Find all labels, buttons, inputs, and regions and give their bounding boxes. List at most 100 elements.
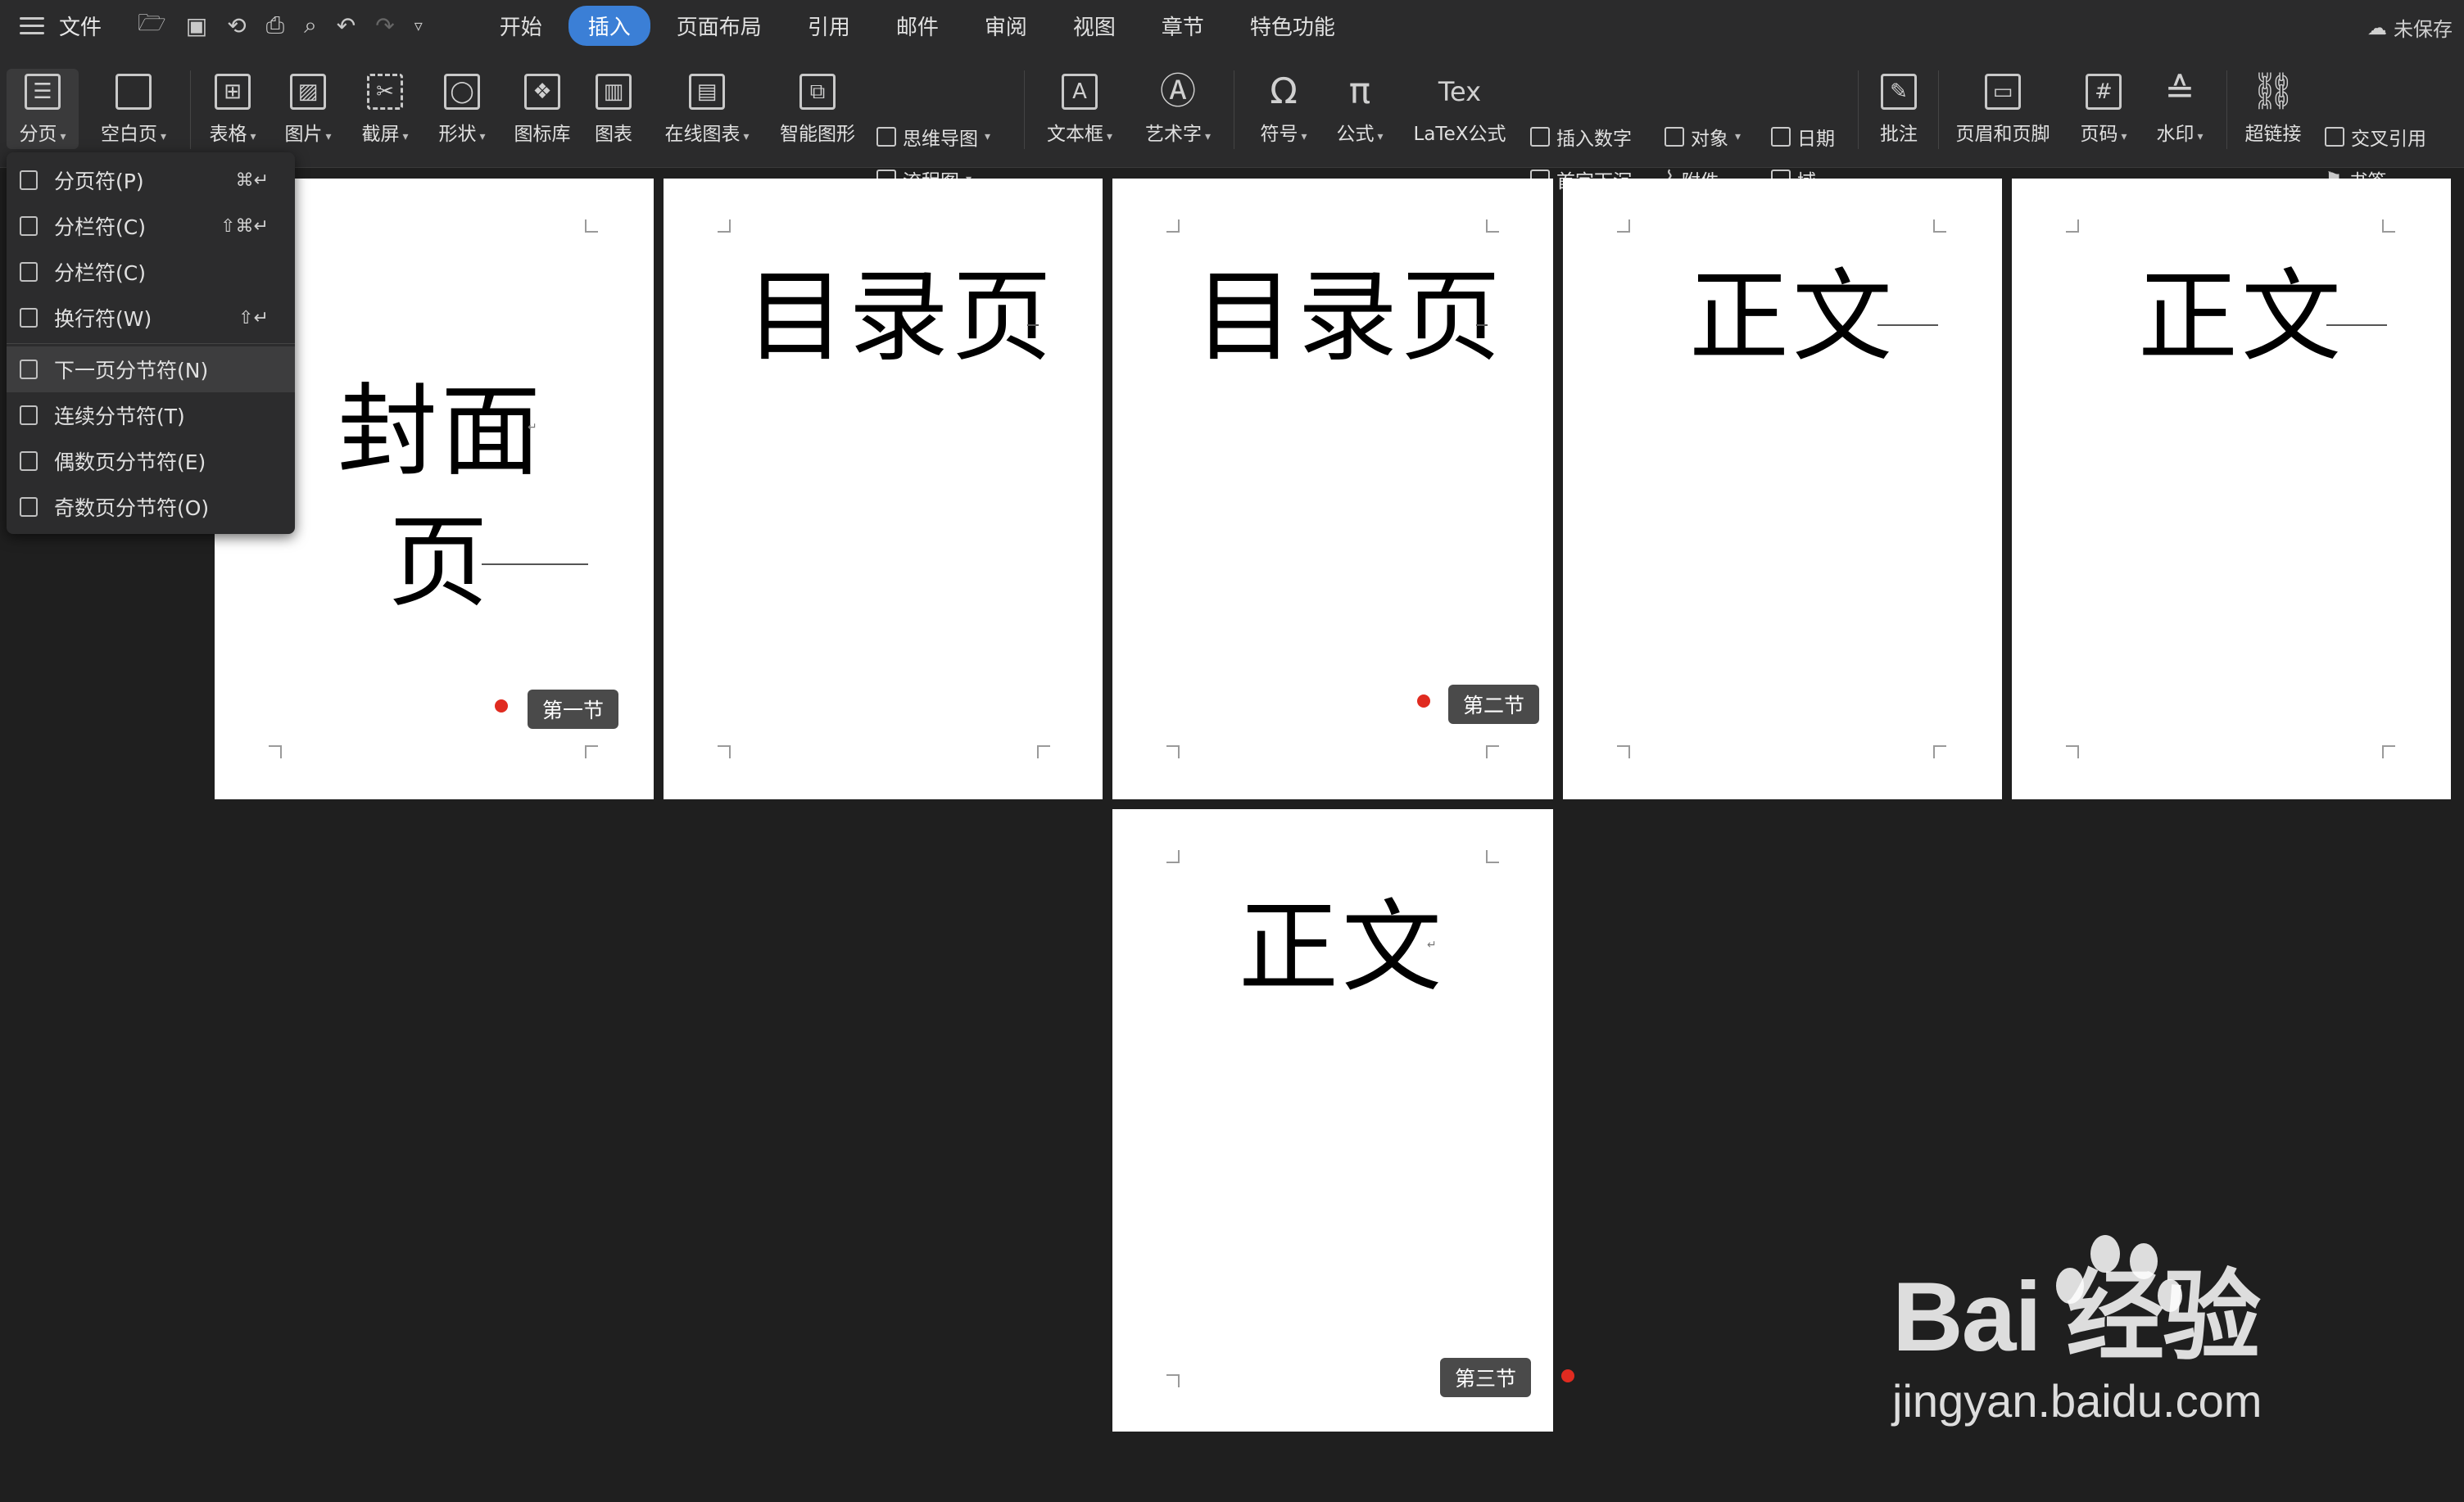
format-painter-icon[interactable]: ⟲ <box>227 12 246 39</box>
latex-button[interactable]: Tex LaTeX公式 <box>1409 69 1511 146</box>
text-box-label: 文本框 <box>1046 124 1103 145</box>
cross-ref-label: 交叉引用 <box>2351 129 2426 150</box>
crop-mark <box>1166 745 1180 758</box>
open-folder-icon[interactable]: 🗁 <box>138 6 166 45</box>
page-body-3[interactable]: 正文 ↵ 第三节 <box>1112 809 1553 1432</box>
unsaved-status[interactable]: ☁ 未保存 <box>2367 13 2453 42</box>
cross-ref-button[interactable]: 交叉引用 <box>2325 123 2426 151</box>
page-toc-2[interactable]: 目录页 第二节 <box>1112 179 1553 799</box>
print-icon[interactable]: ⎙ <box>266 11 284 39</box>
menu-item-column-break-2[interactable]: 分栏符(C) <box>7 249 295 295</box>
crop-mark <box>269 745 282 758</box>
comment-icon: ✎ <box>1881 74 1917 110</box>
page-body-2[interactable]: 正文 <box>2012 179 2451 799</box>
shortcut-label: ⇧⌘↵ <box>220 215 269 237</box>
formula-button[interactable]: π 公式 ▾ <box>1329 69 1391 146</box>
omega-icon: Ω <box>1270 70 1298 112</box>
header-footer-button[interactable]: ▭ 页眉和页脚 <box>1950 69 2056 146</box>
print-preview-icon[interactable]: ⌕ <box>304 11 317 39</box>
smart-art-button[interactable]: ⧉ 智能图形 <box>775 69 860 146</box>
picture-button[interactable]: ▨ 图片 ▾ <box>277 69 339 146</box>
blank-page-button[interactable]: 空白页 ▾ <box>88 69 179 146</box>
unsaved-label: 未保存 <box>2394 18 2453 41</box>
screenshot-icon: ✂ <box>367 74 403 110</box>
bar-chart-icon: ▥ <box>596 74 632 110</box>
page-body-1[interactable]: 正文 <box>1563 179 2002 799</box>
menu-item-label: 分栏符(C) <box>54 215 146 239</box>
tab-references[interactable]: 引用 <box>788 6 870 46</box>
smart-art-label: 智能图形 <box>780 124 855 145</box>
tab-insert[interactable]: 插入 <box>568 5 650 46</box>
insert-ribbon: ☰ 分页 ▾ 空白页 ▾ ⊞ 表格 ▾ ▨ 图片 ▾ ✂ 截屏 ▾ ◯ 形状 ▾ ❖ 图标库… <box>0 51 2464 192</box>
screenshot-button[interactable]: ✂ 截屏 ▾ <box>354 69 416 146</box>
redo-icon[interactable]: ↷ <box>375 12 394 39</box>
symbol-button[interactable]: Ω 符号 ▾ <box>1248 69 1319 146</box>
online-chart-button[interactable]: ▤ 在线图表 ▾ <box>655 69 759 146</box>
menu-item-line-break[interactable]: 换行符(W) ⇧↵ <box>7 295 295 341</box>
text-box-button[interactable]: A 文本框 ▾ <box>1040 69 1119 146</box>
hyperlink-button[interactable]: ⛓ 超链接 <box>2238 69 2308 146</box>
save-icon[interactable]: ▣ <box>186 12 207 39</box>
cover-title-line2[interactable]: 页 <box>388 482 491 627</box>
even-page-section-icon <box>20 451 38 471</box>
tab-page-layout[interactable]: 页面布局 <box>657 6 781 46</box>
chart-label: 图表 <box>595 124 632 145</box>
chart-button[interactable]: ▥ 图表 <box>588 69 639 146</box>
picture-icon: ▨ <box>290 74 326 110</box>
body-title-3[interactable]: 正文 <box>1239 866 1445 1011</box>
section-marker-dot <box>495 699 508 713</box>
page-number-button[interactable]: # 页码 ▾ <box>2071 69 2136 146</box>
watermark-button[interactable]: ≙ 水印 ▾ <box>2146 69 2213 146</box>
table-button[interactable]: ⊞ 表格 ▾ <box>202 69 264 146</box>
object-button[interactable]: 对象 ▾ <box>1665 123 1741 151</box>
tab-mailings[interactable]: 邮件 <box>876 6 958 46</box>
crop-mark <box>2066 219 2079 233</box>
menu-item-column-break[interactable]: 分栏符(C) ⇧⌘↵ <box>7 203 295 249</box>
body-title-1[interactable]: 正文 <box>1689 236 1896 381</box>
continuous-section-icon <box>20 405 38 425</box>
text-box-icon: A <box>1062 74 1098 110</box>
menu-item-label: 分栏符(C) <box>54 261 146 285</box>
menu-item-label: 连续分节符(T) <box>54 405 185 428</box>
icon-library-button[interactable]: ❖ 图标库 <box>508 69 577 146</box>
menu-item-even-page-section-break[interactable]: 偶数页分节符(E) <box>7 438 295 484</box>
word-art-button[interactable]: Ⓐ 艺术字 ▾ <box>1139 69 1217 146</box>
shortcut-label: ⇧↵ <box>238 307 269 328</box>
shape-icon: ◯ <box>444 74 480 110</box>
hamburger-menu-icon[interactable] <box>20 12 44 39</box>
undo-icon[interactable]: ↶ <box>337 12 356 39</box>
cloud-icon: ☁ <box>2367 16 2387 39</box>
crop-mark <box>1486 219 1499 233</box>
menu-item-page-break[interactable]: 分页符(P) ⌘↵ <box>7 157 295 203</box>
crop-mark <box>2066 745 2079 758</box>
date-button[interactable]: 日期 <box>1771 123 1835 151</box>
page-toc-1[interactable]: 目录页 <box>664 179 1103 799</box>
shape-button[interactable]: ◯ 形状 ▾ <box>431 69 493 146</box>
mind-map-button[interactable]: 思维导图 ▾ <box>876 123 990 151</box>
customize-chevron-icon[interactable]: ▿ <box>414 16 423 35</box>
tab-view[interactable]: 视图 <box>1053 6 1135 46</box>
body-title-2[interactable]: 正文 <box>2138 236 2344 381</box>
column-break-icon <box>20 262 38 282</box>
tab-chapter[interactable]: 章节 <box>1142 6 1224 46</box>
comment-button[interactable]: ✎ 批注 <box>1869 69 1928 146</box>
toc-title-1[interactable]: 目录页 <box>745 236 1055 381</box>
online-chart-label: 在线图表 <box>664 124 741 145</box>
menu-item-continuous-section-break[interactable]: 连续分节符(T) <box>7 392 295 438</box>
crop-mark <box>585 745 598 758</box>
file-menu[interactable]: 文件 <box>59 11 102 41</box>
line-break-icon <box>20 308 38 328</box>
section-break-mark <box>482 563 588 565</box>
menu-item-odd-page-section-break[interactable]: 奇数页分节符(O) <box>7 484 295 530</box>
page-break-button[interactable]: ☰ 分页 ▾ <box>7 69 79 149</box>
crop-mark <box>1617 745 1630 758</box>
toc-title-2[interactable]: 目录页 <box>1194 236 1504 381</box>
cover-title-line1[interactable]: 封面 <box>337 351 544 495</box>
menu-item-next-page-section-break[interactable]: 下一页分节符(N) <box>7 346 295 392</box>
tab-features[interactable]: 特色功能 <box>1230 6 1355 46</box>
insert-number-button[interactable]: 插入数字 <box>1530 123 1632 151</box>
formula-label: 公式 <box>1336 124 1375 145</box>
ribbon-separator <box>2226 70 2227 149</box>
tab-review[interactable]: 审阅 <box>965 6 1047 46</box>
tab-home[interactable]: 开始 <box>480 6 562 46</box>
